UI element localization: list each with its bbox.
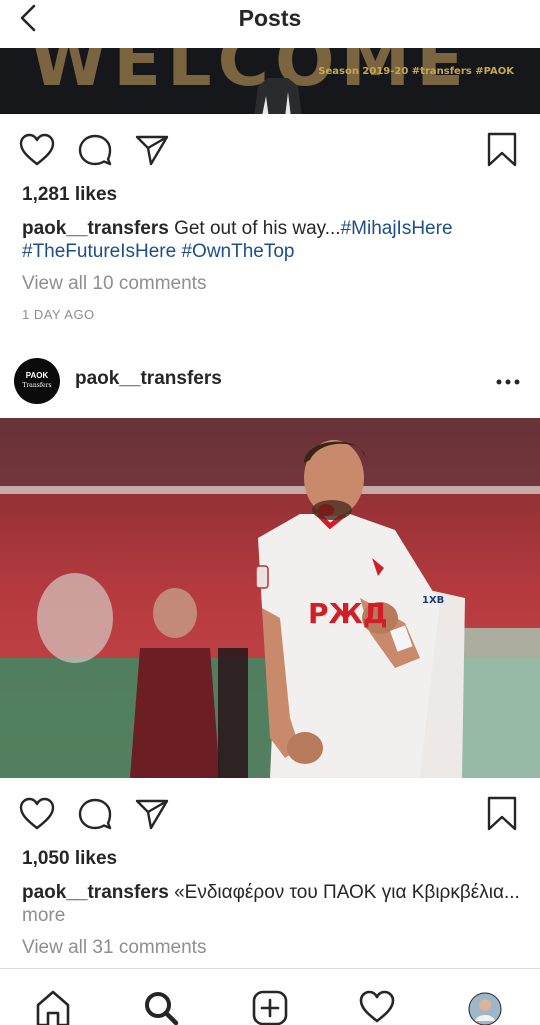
jersey-sponsor-text: РЖД [308,597,388,630]
post2-actions [0,794,540,834]
top-bar: Posts [0,0,540,48]
more-options-icon[interactable] [496,379,520,385]
caption-username[interactable]: paok__transfers [22,218,169,239]
post2-photo[interactable]: РЖД 1XB [0,418,540,778]
hashtag-mihaj[interactable]: #MihajIsHere [341,218,453,239]
banner-tag: Season 2019-20 #transfers #PAOK [318,66,514,77]
profile-avatar[interactable] [467,991,503,1025]
post2-username[interactable]: paok__transfers [75,368,222,390]
post1-likes-count[interactable]: 1,281 likes [22,184,117,206]
caption-text: Get out of his way... [168,218,341,239]
add-post-icon[interactable] [251,989,289,1025]
post1-actions [0,130,540,170]
bottom-nav [0,968,540,1025]
avatar-line1: PAOK [25,371,49,380]
page-title: Posts [238,5,302,31]
activity-heart-icon[interactable] [358,989,396,1025]
home-icon[interactable] [34,989,72,1025]
post2-view-comments[interactable]: View all 31 comments [22,937,206,959]
heart-icon[interactable] [18,796,56,832]
caption-text: «Ενδιαφέρον του ΠΑΟΚ για Κβιρκβέλια... [168,882,520,903]
search-icon[interactable] [142,989,180,1025]
jersey-sleeve-text: 1XB [422,595,444,606]
comment-icon[interactable] [77,132,113,168]
post2-likes-count[interactable]: 1,050 likes [22,848,117,870]
bookmark-icon[interactable] [486,795,518,833]
avatar-line2: Transfers [22,382,52,389]
post1-view-comments[interactable]: View all 10 comments [22,273,206,295]
caption-more-link[interactable]: more [22,905,65,926]
share-icon[interactable] [134,132,170,168]
post1-caption: paok__transfers Get out of his way...#Mi… [22,217,522,263]
hashtag-owntop[interactable]: #OwnTheTop [181,241,294,262]
post2-header: PAOK Transfers paok__transfers [0,352,540,408]
comment-icon[interactable] [77,796,113,832]
bookmark-icon[interactable] [486,131,518,169]
share-icon[interactable] [134,796,170,832]
caption-username[interactable]: paok__transfers [22,882,169,903]
jersey-graphic [254,78,302,114]
heart-icon[interactable] [18,132,56,168]
post1-timestamp: 1 DAY AGO [22,307,95,322]
post-image-previous[interactable]: WELCOME Season 2019-20 #transfers #PAOK [0,48,540,114]
hashtag-future[interactable]: #TheFutureIsHere [22,241,176,262]
post2-caption: paok__transfers «Ενδιαφέρον του ΠΑΟΚ για… [22,881,522,927]
avatar[interactable]: PAOK Transfers [14,358,60,404]
